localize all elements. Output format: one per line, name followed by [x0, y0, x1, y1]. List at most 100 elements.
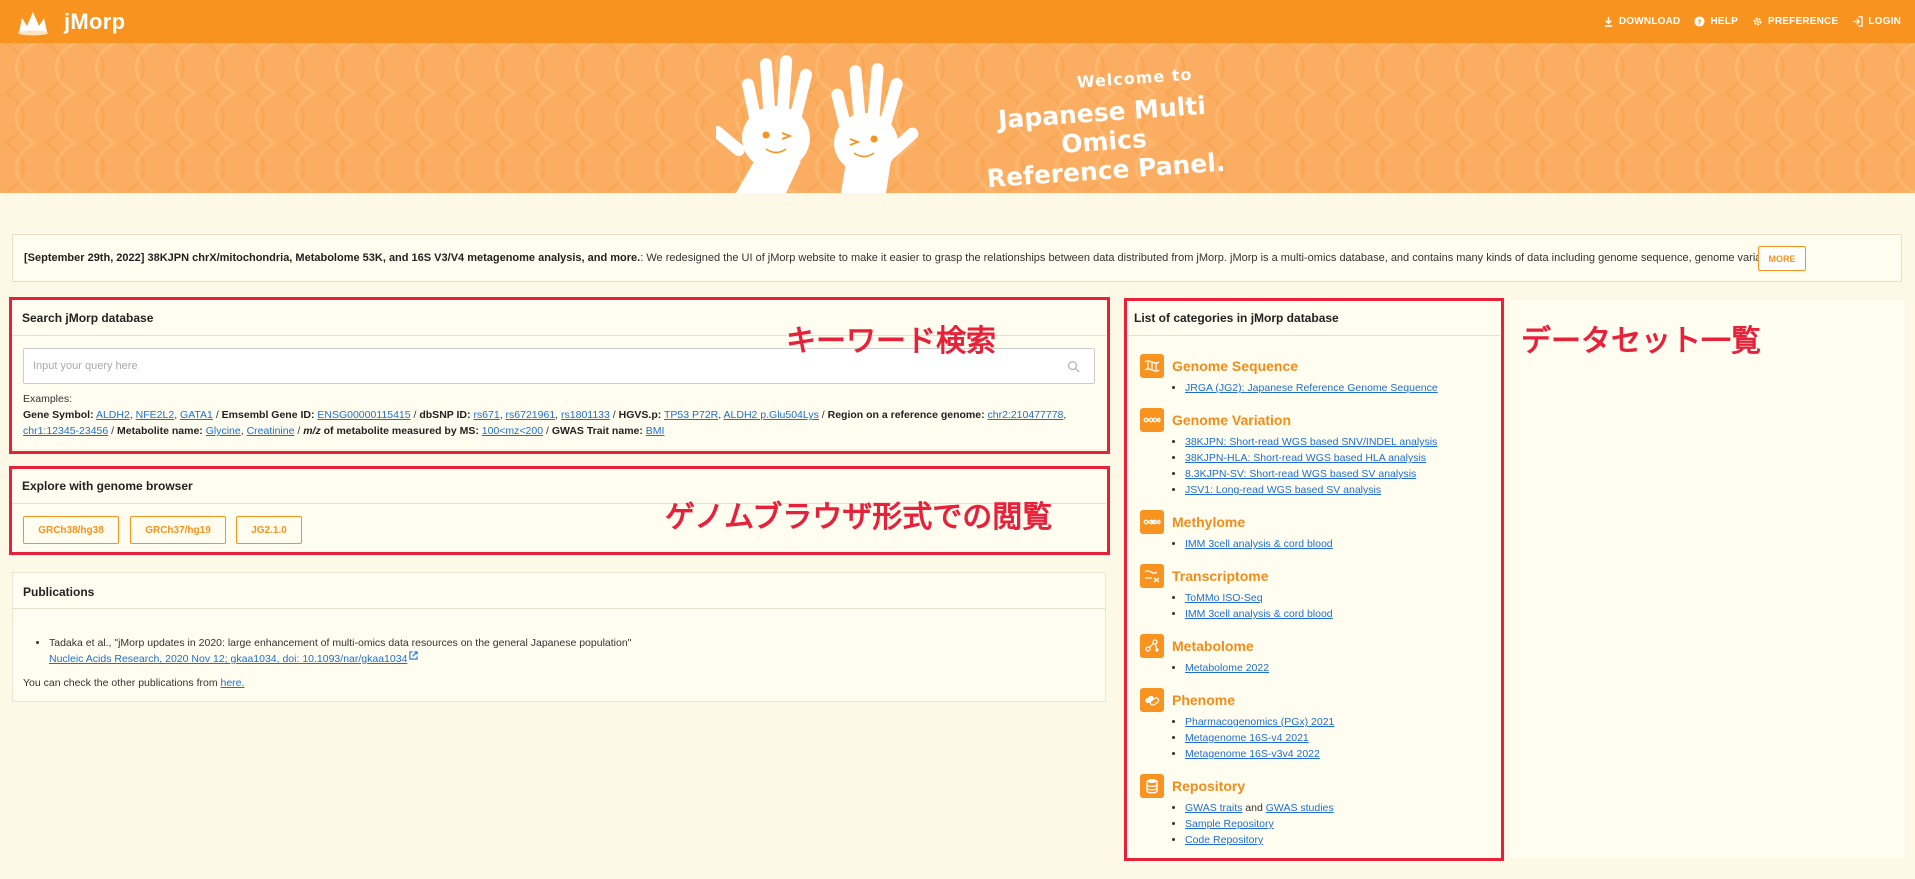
category-name[interactable]: Transcriptome [1172, 568, 1268, 584]
category-name[interactable]: Phenome [1172, 692, 1235, 708]
publication-link[interactable]: Nucleic Acids Research, 2020 Nov 12; gka… [49, 653, 407, 665]
search-panel-title: Search jMorp database [22, 311, 154, 325]
category-link[interactable]: IMM 3cell analysis & cord blood [1185, 608, 1333, 620]
category-name[interactable]: Genome Sequence [1172, 358, 1298, 374]
hero-welcome-text: Welcome to Japanese Multi Omics Referenc… [954, 61, 1251, 193]
annotation-label-browser: ゲノムブラウザ形式での閲覧 [665, 500, 1053, 535]
genome-sequence-icon [1140, 354, 1164, 378]
hero-banner: Welcome to Japanese Multi Omics Referenc… [0, 43, 1915, 193]
methylome-icon [1140, 510, 1164, 534]
publication-here-link[interactable]: here. [221, 677, 245, 689]
category-link[interactable]: Code Repository [1185, 834, 1263, 846]
category-transcriptome: Transcriptome ToMMo ISO-Seq IMM 3cell an… [1140, 564, 1333, 622]
mz-label-post: of metabolite measured by MS: [323, 425, 479, 437]
category-link[interactable]: Metabolome 2022 [1185, 662, 1269, 674]
category-link[interactable]: Pharmacogenomics (PGx) 2021 [1185, 716, 1334, 728]
search-examples: Examples: Gene Symbol: ALDH2, NFE2L2, GA… [23, 391, 1098, 439]
example-link-nfe2l2[interactable]: NFE2L2 [136, 409, 175, 421]
category-name[interactable]: Metabolome [1172, 638, 1254, 654]
gear-icon [1753, 17, 1762, 26]
example-link-glycine[interactable]: Glycine [206, 425, 241, 437]
genome-variation-icon [1140, 408, 1164, 432]
grch38-button[interactable]: GRCh38/hg38 [23, 516, 119, 544]
gene-symbol-label: Gene Symbol: [23, 409, 94, 421]
nav-login-label: LOGIN [1868, 16, 1901, 27]
divider [13, 608, 1105, 609]
example-link-ensembl[interactable]: ENSG00000115415 [317, 409, 410, 421]
publications-title: Publications [23, 585, 95, 599]
nav-download[interactable]: DOWNLOAD [1603, 16, 1681, 27]
example-link-tp53[interactable]: TP53 P72R [664, 409, 718, 421]
example-link-rs6721961[interactable]: rs6721961 [506, 409, 556, 421]
category-genome-variation: Genome Variation 38KJPN: Short-read WGS … [1140, 408, 1437, 498]
logo[interactable]: jMorp [16, 8, 125, 36]
category-link[interactable]: JSV1: Long-read WGS based SV analysis [1185, 484, 1381, 496]
publications-panel: Publications Tadaka et al., "jMorp updat… [12, 572, 1106, 702]
nav-download-label: DOWNLOAD [1618, 16, 1681, 27]
announcement-headline: [September 29th, 2022] 38KJPN chrX/mitoc… [24, 252, 641, 264]
announcement-text: [September 29th, 2022] 38KJPN chrX/mitoc… [24, 252, 1784, 264]
example-link-rs671[interactable]: rs671 [473, 409, 499, 421]
categories-title: List of categories in jMorp database [1134, 311, 1339, 325]
more-button[interactable]: MORE [1758, 246, 1806, 271]
example-link-region1[interactable]: chr2:210477778 [988, 409, 1064, 421]
category-link[interactable]: 38KJPN: Short-read WGS based SNV/INDEL a… [1185, 436, 1437, 448]
top-nav-menu: DOWNLOAD ? HELP PREFERENCE LOGIN [1603, 0, 1901, 43]
dbsnp-label: dbSNP ID: [419, 409, 471, 421]
category-name[interactable]: Repository [1172, 778, 1245, 794]
category-name[interactable]: Methylome [1172, 514, 1245, 530]
category-link[interactable]: IMM 3cell analysis & cord blood [1185, 538, 1333, 550]
category-link[interactable]: ToMMo ISO-Seq [1185, 592, 1263, 604]
svg-text:?: ? [1698, 17, 1702, 26]
example-link-mz[interactable]: 100<mz<200 [482, 425, 543, 437]
jg2-button[interactable]: JG2.1.0 [236, 516, 302, 544]
category-methylome: Methylome IMM 3cell analysis & cord bloo… [1140, 510, 1333, 552]
nav-preference-label: PREFERENCE [1767, 16, 1839, 27]
hgvs-label: HGVS.p: [618, 409, 662, 421]
metabolome-icon [1140, 634, 1164, 658]
category-link[interactable]: Metagenome 16S-v3v4 2022 [1185, 748, 1320, 760]
transcriptome-icon [1140, 564, 1164, 588]
ensembl-label: Emsembl Gene ID: [221, 409, 315, 421]
example-link-aldh2-p[interactable]: ALDH2 p.Glu504Lys [724, 409, 819, 421]
brand-name: jMorp [64, 8, 126, 34]
category-link[interactable]: GWAS studies [1266, 802, 1334, 814]
category-name[interactable]: Genome Variation [1172, 412, 1291, 428]
category-link[interactable]: Metagenome 16S-v4 2021 [1185, 732, 1309, 744]
announcement-body: : We redesigned the UI of jMorp website … [640, 252, 1777, 264]
announcement-bar: [September 29th, 2022] 38KJPN chrX/mitoc… [12, 234, 1902, 282]
download-icon [1604, 16, 1613, 27]
genome-browser-title: Explore with genome browser [22, 479, 193, 493]
joiner-text: and [1245, 802, 1263, 814]
category-link[interactable]: Sample Repository [1185, 818, 1274, 830]
category-link[interactable]: GWAS traits [1185, 802, 1242, 814]
annotation-label-search: キーワード検索 [786, 324, 996, 359]
grch37-button[interactable]: GRCh37/hg19 [130, 516, 226, 544]
metabolite-label: Metabolite name: [117, 425, 203, 437]
example-link-rs1801133[interactable]: rs1801133 [561, 409, 610, 421]
example-link-bmi[interactable]: BMI [646, 425, 665, 437]
category-link[interactable]: 8.3KJPN-SV: Short-read WGS based SV anal… [1185, 468, 1416, 480]
category-link[interactable]: JRGA (JG2): Japanese Reference Genome Se… [1185, 382, 1438, 394]
annotation-label-categories: データセット一覧 [1521, 324, 1761, 359]
region-label: Region on a reference genome: [827, 409, 985, 421]
example-link-region2[interactable]: chr1:12345-23456 [23, 425, 108, 437]
nav-preference[interactable]: PREFERENCE [1752, 16, 1838, 27]
nav-help-label: HELP [1710, 16, 1738, 27]
nav-login[interactable]: LOGIN [1852, 16, 1901, 27]
gwas-label: GWAS Trait name: [551, 425, 643, 437]
example-link-aldh2[interactable]: ALDH2 [96, 409, 130, 421]
publication-note-text: You can check the other publications fro… [23, 677, 218, 689]
external-link-icon [409, 651, 419, 660]
category-metabolome: Metabolome Metabolome 2022 [1140, 634, 1269, 676]
help-icon: ? [1694, 16, 1706, 27]
login-icon [1853, 16, 1864, 27]
search-icon[interactable] [1067, 360, 1080, 373]
examples-list: Gene Symbol: ALDH2, NFE2L2, GATA1 / Emse… [23, 409, 1067, 437]
example-link-creatinine[interactable]: Creatinine [247, 425, 295, 437]
category-link[interactable]: 38KJPN-HLA: Short-read WGS based HLA ana… [1185, 452, 1426, 464]
example-link-gata1[interactable]: GATA1 [180, 409, 213, 421]
category-phenome: Phenome Pharmacogenomics (PGx) 2021 Meta… [1140, 688, 1334, 762]
publication-item: Tadaka et al., "jMorp updates in 2020: l… [49, 635, 631, 667]
nav-help[interactable]: ? HELP [1694, 16, 1738, 27]
